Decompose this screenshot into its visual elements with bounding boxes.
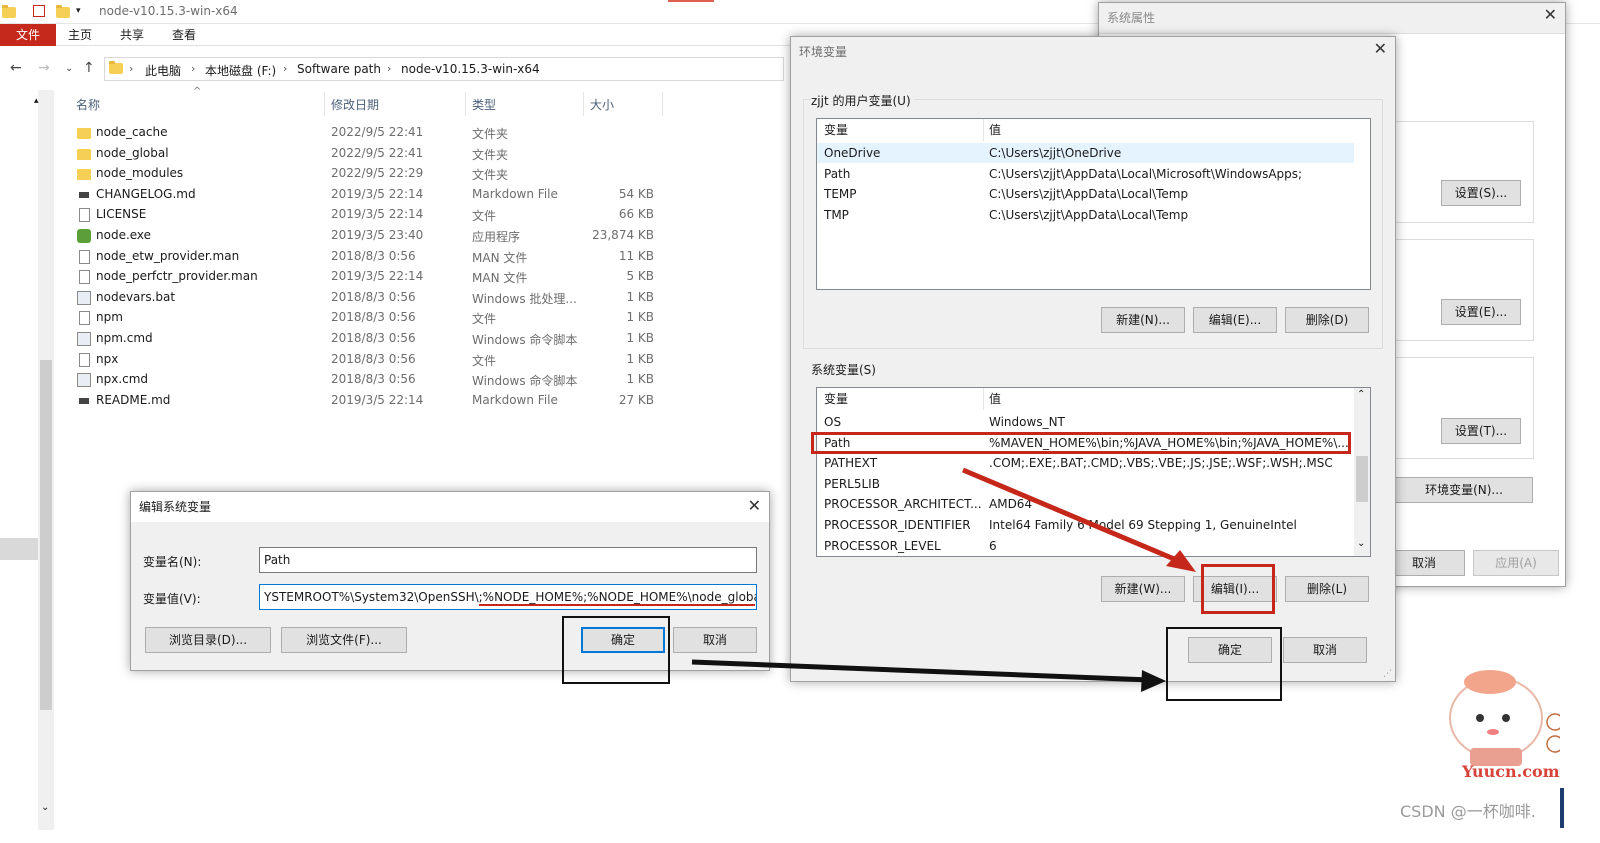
annotation-arrows bbox=[691, 467, 1196, 692]
mascot-logo bbox=[1430, 652, 1564, 778]
edge-accent bbox=[1560, 788, 1564, 828]
watermark-text: CSDN @一杯咖啡. bbox=[1400, 802, 1536, 821]
mascot-illustration bbox=[1449, 670, 1564, 766]
annotation-arrow-red bbox=[962, 467, 1196, 572]
watermark-logo-text: Yuucn.com bbox=[1462, 762, 1560, 781]
annotation-arrow-black bbox=[691, 659, 1166, 692]
